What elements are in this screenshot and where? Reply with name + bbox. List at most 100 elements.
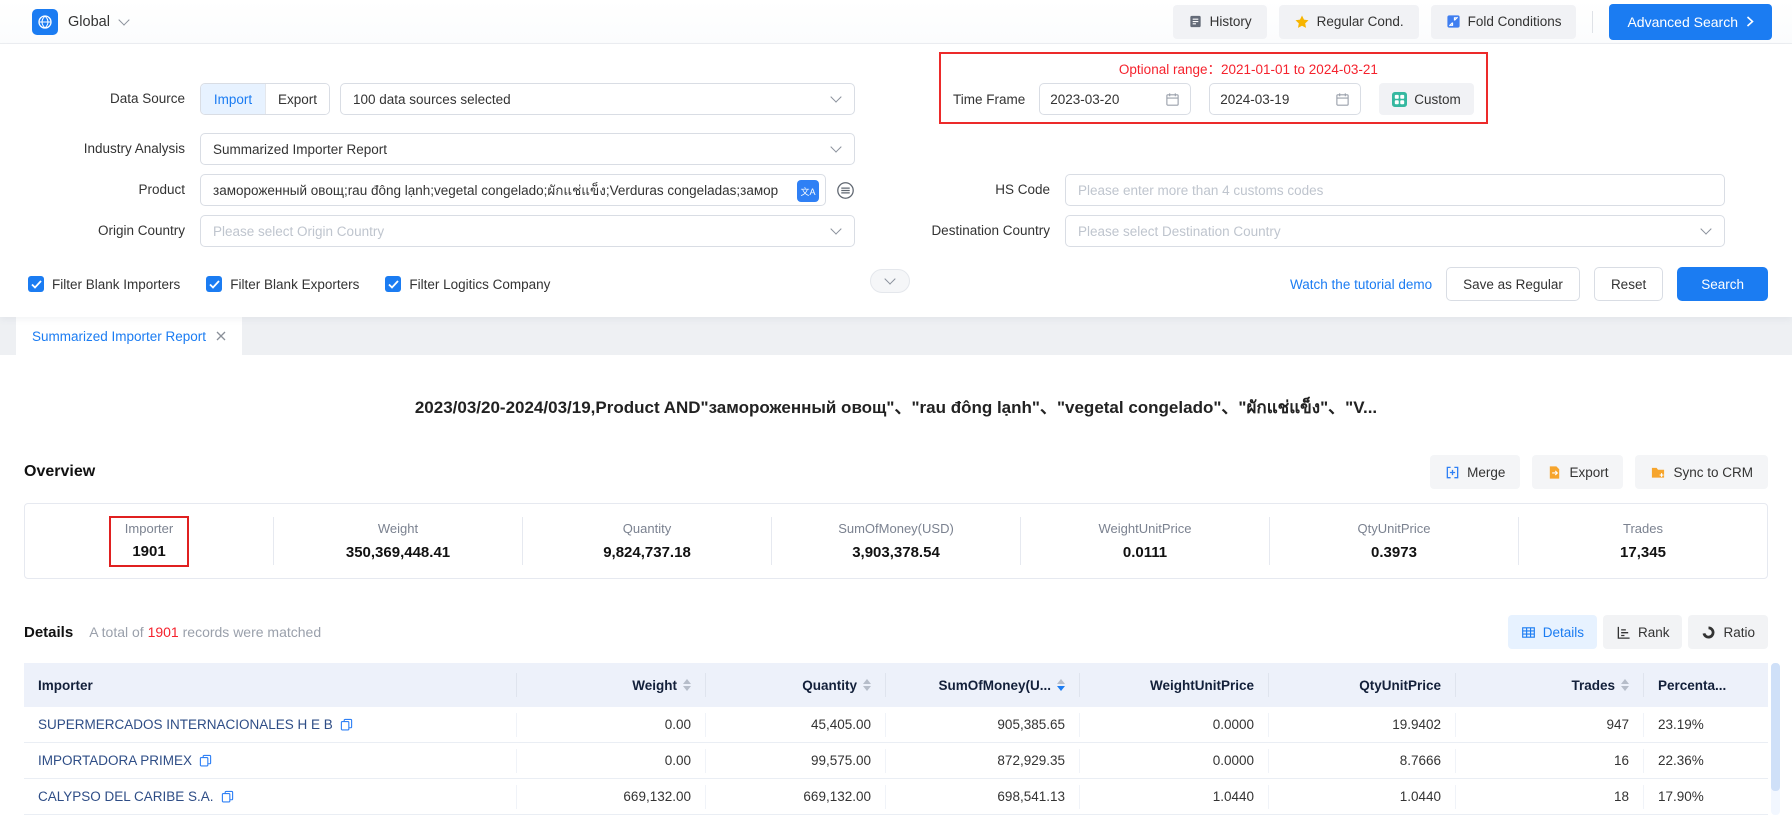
region-label: Global bbox=[68, 14, 110, 30]
start-date-value: 2023-03-20 bbox=[1050, 92, 1119, 107]
origin-country-select[interactable]: Please select Origin Country bbox=[200, 215, 855, 247]
importer-link[interactable]: IMPORTADORA PRIMEX bbox=[38, 753, 192, 768]
trades-cell: 16 bbox=[1455, 749, 1643, 773]
filter-blank-importers-checkbox[interactable]: Filter Blank Importers bbox=[28, 276, 180, 292]
data-sources-select[interactable]: 100 data sources selected bbox=[340, 83, 855, 115]
view-rank-button[interactable]: Rank bbox=[1603, 615, 1683, 649]
tab-summarized-importer-report[interactable]: Summarized Importer Report bbox=[16, 317, 242, 355]
table-row[interactable]: CALYPSO DEL CARIBE S.A. 669,132.00 669,1… bbox=[24, 779, 1768, 815]
fold-conditions-label: Fold Conditions bbox=[1468, 14, 1562, 29]
product-input[interactable]: замороженный овощ;rau đông lạnh;vegetal … bbox=[200, 174, 826, 206]
tab-label: Summarized Importer Report bbox=[32, 329, 206, 344]
details-table: Importer Weight Quantity SumOfMoney(U...… bbox=[24, 663, 1768, 815]
importer-annotation-box: Importer 1901 bbox=[109, 516, 189, 567]
sort-icon[interactable] bbox=[683, 679, 691, 691]
regular-cond-label: Regular Cond. bbox=[1317, 14, 1404, 29]
stat-label: Importer bbox=[125, 521, 173, 536]
view-rank-label: Rank bbox=[1638, 625, 1670, 640]
optional-range-text: Optional range：2021-01-01 to 2024-03-21 bbox=[953, 58, 1474, 78]
language-menu-icon[interactable] bbox=[836, 181, 855, 200]
records-matched-text: A total of 1901 records were matched bbox=[89, 624, 321, 640]
column-header-trades[interactable]: Trades bbox=[1455, 673, 1643, 697]
qty-unit-price-cell: 8.7666 bbox=[1268, 749, 1455, 773]
sort-desc-active-icon[interactable] bbox=[1057, 679, 1065, 691]
product-label: Product bbox=[0, 174, 200, 206]
filter-blank-exporters-checkbox[interactable]: Filter Blank Exporters bbox=[206, 276, 359, 292]
advanced-search-button[interactable]: Advanced Search bbox=[1609, 4, 1772, 40]
stat-label: Quantity bbox=[623, 521, 671, 536]
importer-link[interactable]: SUPERMERCADOS INTERNACIONALES H E B bbox=[38, 717, 333, 732]
region-selector[interactable]: Global bbox=[32, 9, 128, 35]
export-icon bbox=[1547, 465, 1562, 480]
industry-analysis-label: Industry Analysis bbox=[0, 133, 200, 165]
search-button[interactable]: Search bbox=[1677, 267, 1768, 301]
percentage-cell: 23.19% bbox=[1643, 713, 1768, 737]
ratio-donut-icon bbox=[1701, 625, 1716, 640]
copy-icon[interactable] bbox=[199, 754, 212, 767]
stat-weight-unit-price: WeightUnitPrice 0.0111 bbox=[1020, 517, 1269, 565]
fold-conditions-button[interactable]: Fold Conditions bbox=[1431, 5, 1577, 39]
filter-logitics-company-checkbox[interactable]: Filter Logitics Company bbox=[385, 276, 550, 292]
column-header-quantity[interactable]: Quantity bbox=[705, 673, 885, 697]
copy-icon[interactable] bbox=[340, 718, 353, 731]
calendar-icon bbox=[1165, 92, 1180, 107]
custom-range-button[interactable]: Custom bbox=[1379, 83, 1474, 115]
copy-icon[interactable] bbox=[221, 790, 234, 803]
calendar-icon bbox=[1335, 92, 1350, 107]
stat-qty-unit-price: QtyUnitPrice 0.3973 bbox=[1269, 517, 1518, 565]
sum-of-money-cell: 905,385.65 bbox=[885, 713, 1079, 737]
save-as-regular-button[interactable]: Save as Regular bbox=[1446, 267, 1580, 301]
close-icon[interactable] bbox=[216, 331, 226, 341]
export-button[interactable]: Export bbox=[1532, 455, 1623, 489]
translate-icon[interactable]: 文A bbox=[797, 180, 819, 202]
rank-chart-icon bbox=[1616, 625, 1631, 640]
scrollbar-thumb[interactable] bbox=[1771, 663, 1780, 791]
industry-analysis-select[interactable]: Summarized Importer Report bbox=[200, 133, 855, 165]
start-date-input[interactable]: 2023-03-20 bbox=[1039, 83, 1191, 115]
star-icon bbox=[1294, 14, 1310, 30]
vertical-scrollbar[interactable] bbox=[1771, 663, 1780, 815]
weight-unit-price-cell: 0.0000 bbox=[1079, 749, 1268, 773]
sort-icon[interactable] bbox=[1621, 679, 1629, 691]
regular-cond-button[interactable]: Regular Cond. bbox=[1279, 5, 1419, 39]
table-row[interactable]: IMPORTADORA PRIMEX 0.00 99,575.00 872,92… bbox=[24, 743, 1768, 779]
table-row[interactable]: SUPERMERCADOS INTERNACIONALES H E B 0.00… bbox=[24, 707, 1768, 743]
quantity-cell: 669,132.00 bbox=[705, 785, 885, 809]
import-tab[interactable]: Import bbox=[201, 84, 265, 114]
quantity-cell: 45,405.00 bbox=[705, 713, 885, 737]
merge-button[interactable]: Merge bbox=[1430, 455, 1520, 489]
chevron-down-icon bbox=[1700, 223, 1711, 234]
hs-code-label: HS Code bbox=[855, 174, 1065, 206]
time-frame-annotation-box: Optional range：2021-01-01 to 2024-03-21 … bbox=[939, 52, 1488, 124]
view-details-button[interactable]: Details bbox=[1508, 615, 1597, 649]
tab-strip: Summarized Importer Report bbox=[0, 317, 1792, 355]
stat-weight: Weight 350,369,448.41 bbox=[273, 517, 522, 565]
weight-unit-price-cell: 0.0000 bbox=[1079, 713, 1268, 737]
trades-cell: 947 bbox=[1455, 713, 1643, 737]
destination-country-placeholder: Please select Destination Country bbox=[1078, 224, 1281, 239]
stat-trades: Trades 17,345 bbox=[1518, 517, 1767, 565]
hs-code-input[interactable] bbox=[1065, 174, 1725, 206]
details-heading: Details bbox=[24, 624, 73, 641]
importer-link[interactable]: CALYPSO DEL CARIBE S.A. bbox=[38, 789, 214, 804]
end-date-input[interactable]: 2024-03-19 bbox=[1209, 83, 1361, 115]
filter-label: Filter Blank Exporters bbox=[230, 277, 359, 292]
origin-country-placeholder: Please select Origin Country bbox=[213, 224, 384, 239]
total-suffix: records were matched bbox=[183, 624, 322, 640]
sort-icon[interactable] bbox=[863, 679, 871, 691]
column-header-weight-unit-price: WeightUnitPrice bbox=[1079, 673, 1268, 697]
export-tab[interactable]: Export bbox=[265, 84, 329, 114]
history-button[interactable]: History bbox=[1173, 5, 1267, 39]
hs-code-field[interactable] bbox=[1078, 183, 1712, 198]
view-ratio-button[interactable]: Ratio bbox=[1688, 615, 1768, 649]
destination-country-select[interactable]: Please select Destination Country bbox=[1065, 215, 1725, 247]
collapse-form-button[interactable] bbox=[870, 269, 910, 293]
history-label: History bbox=[1210, 14, 1252, 29]
merge-icon bbox=[1445, 465, 1460, 480]
column-header-sum-of-money[interactable]: SumOfMoney(U... bbox=[885, 673, 1079, 697]
reset-button[interactable]: Reset bbox=[1594, 267, 1663, 301]
sync-to-crm-button[interactable]: Sync to CRM bbox=[1635, 455, 1768, 489]
crm-folder-icon bbox=[1650, 465, 1666, 480]
tutorial-demo-link[interactable]: Watch the tutorial demo bbox=[1290, 277, 1432, 292]
column-header-weight[interactable]: Weight bbox=[516, 673, 705, 697]
